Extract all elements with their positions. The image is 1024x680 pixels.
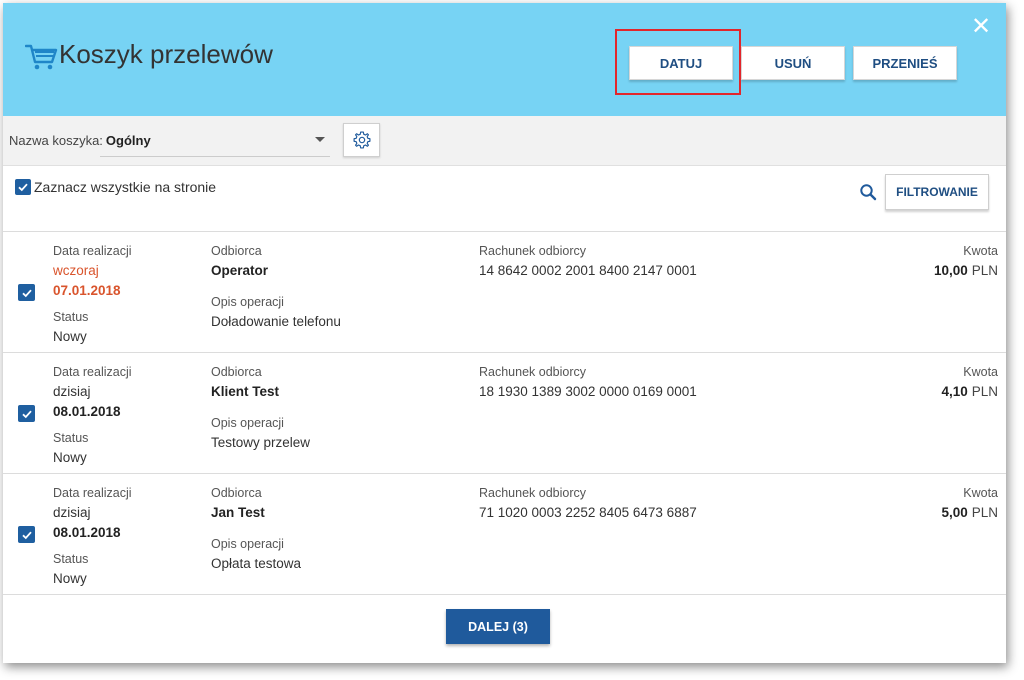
delete-button[interactable]: USUŃ xyxy=(741,46,845,80)
amount: 10,00 PLN xyxy=(934,261,998,281)
status-value: Nowy xyxy=(53,329,87,344)
dialog-header: Koszyk przelewów DATUJ USUŃ PRZENIEŚ ✕ xyxy=(3,3,1006,116)
status-label: Status xyxy=(53,552,89,566)
checkmark-icon xyxy=(18,183,28,192)
description-label: Opis operacji xyxy=(211,295,284,309)
select-underline xyxy=(100,156,330,157)
account-label: Rachunek odbiorcy xyxy=(479,486,587,500)
date-label: Data realizacji xyxy=(53,365,132,379)
amount-label: Kwota xyxy=(963,365,998,379)
description-label: Opis operacji xyxy=(211,537,284,551)
description-label: Opis operacji xyxy=(211,416,284,430)
row-checkbox[interactable] xyxy=(18,405,35,422)
amount-column: Kwota 4,10 PLN xyxy=(941,362,998,402)
status-label: Status xyxy=(53,310,89,324)
date-label: Data realizacji xyxy=(53,244,132,258)
amount-label: Kwota xyxy=(963,486,998,500)
recipient-value: Operator xyxy=(211,263,269,278)
account-label: Rachunek odbiorcy xyxy=(479,244,587,258)
date-column: Data realizacji wczoraj 07.01.2018 Statu… xyxy=(53,241,132,347)
filter-button[interactable]: FILTROWANIE xyxy=(885,174,989,210)
next-button[interactable]: DALEJ (3) xyxy=(446,609,550,644)
currency: PLN xyxy=(971,384,998,399)
move-button[interactable]: PRZENIEŚ xyxy=(853,46,957,80)
table-row: Data realizacji dzisiaj 08.01.2018 Statu… xyxy=(3,474,1006,595)
amount: 5,00 PLN xyxy=(941,503,998,523)
checkmark-icon xyxy=(21,289,32,297)
description-value: Opłata testowa xyxy=(211,556,302,571)
account-column: Rachunek odbiorcy 71 1020 0003 2252 8405… xyxy=(479,483,697,523)
amount: 4,10 PLN xyxy=(941,382,998,402)
gear-icon xyxy=(353,131,370,149)
select-all-toggle[interactable]: Zaznacz wszystkie na stronie xyxy=(15,179,216,195)
recipient-column: Odbiorca Jan Test Opis operacji Opłata t… xyxy=(211,483,301,574)
search-icon[interactable] xyxy=(859,183,877,201)
status-value: Nowy xyxy=(53,571,87,586)
recipient-label: Odbiorca xyxy=(211,365,262,379)
description-value: Testowy przelew xyxy=(211,435,311,450)
basket-name-label: Nazwa koszyka: xyxy=(9,133,103,148)
amount-value: 5,00 xyxy=(941,505,968,520)
row-checkbox[interactable] xyxy=(18,284,35,301)
currency: PLN xyxy=(971,505,998,520)
select-all-checkbox[interactable] xyxy=(15,179,31,195)
datuj-button[interactable]: DATUJ xyxy=(629,46,733,80)
account-value: 71 1020 0003 2252 8405 6473 6887 xyxy=(479,505,697,520)
date-relative: wczoraj xyxy=(53,263,99,278)
date-column: Data realizacji dzisiaj 08.01.2018 Statu… xyxy=(53,362,132,468)
basket-name-value: Ogólny xyxy=(105,133,151,148)
select-all-label: Zaznacz wszystkie na stronie xyxy=(34,179,217,195)
date-relative: dzisiaj xyxy=(53,384,91,399)
account-value: 18 1930 1389 3002 0000 0169 0001 xyxy=(479,384,697,399)
basket-name-select[interactable]: Nazwa koszyka: Ogólny xyxy=(9,133,151,148)
close-icon[interactable]: ✕ xyxy=(971,15,991,39)
recipient-column: Odbiorca Operator Opis operacji Doładowa… xyxy=(211,241,341,332)
amount-column: Kwota 5,00 PLN xyxy=(941,483,998,523)
date-value: 08.01.2018 xyxy=(53,525,121,540)
date-column: Data realizacji dzisiaj 08.01.2018 Statu… xyxy=(53,483,132,589)
cart-icon xyxy=(25,44,58,70)
status-value: Nowy xyxy=(53,450,87,465)
amount-label: Kwota xyxy=(963,244,998,258)
page-title: Koszyk przelewów xyxy=(59,39,273,69)
currency: PLN xyxy=(971,263,998,278)
date-value: 08.01.2018 xyxy=(53,404,121,419)
amount-value: 10,00 xyxy=(933,263,968,278)
date-value: 07.01.2018 xyxy=(53,283,121,298)
basket-settings-button[interactable] xyxy=(343,123,380,157)
recipient-value: Jan Test xyxy=(211,505,265,520)
recipient-label: Odbiorca xyxy=(211,486,262,500)
description-value: Doładowanie telefonu xyxy=(211,314,341,329)
account-value: 14 8642 0002 2001 8400 2147 0001 xyxy=(479,263,697,278)
checkmark-icon xyxy=(21,410,32,418)
account-column: Rachunek odbiorcy 14 8642 0002 2001 8400… xyxy=(479,241,697,281)
recipient-column: Odbiorca Klient Test Opis operacji Testo… xyxy=(211,362,310,453)
recipient-label: Odbiorca xyxy=(211,244,262,258)
account-column: Rachunek odbiorcy 18 1930 1389 3002 0000… xyxy=(479,362,697,402)
basket-selector-bar: Nazwa koszyka: Ogólny xyxy=(3,116,1006,166)
checkmark-icon xyxy=(21,531,32,539)
chevron-down-icon[interactable] xyxy=(315,137,325,142)
status-label: Status xyxy=(53,431,89,445)
amount-value: 4,10 xyxy=(941,384,968,399)
date-relative: dzisiaj xyxy=(53,505,91,520)
amount-column: Kwota 10,00 PLN xyxy=(934,241,998,281)
transfer-basket-dialog: Koszyk przelewów DATUJ USUŃ PRZENIEŚ ✕ N… xyxy=(3,3,1006,663)
recipient-value: Klient Test xyxy=(211,384,280,399)
account-label: Rachunek odbiorcy xyxy=(479,365,587,379)
date-label: Data realizacji xyxy=(53,486,132,500)
table-row: Data realizacji dzisiaj 08.01.2018 Statu… xyxy=(3,353,1006,474)
table-row: Data realizacji wczoraj 07.01.2018 Statu… xyxy=(3,232,1006,353)
row-checkbox[interactable] xyxy=(18,526,35,543)
transfer-list: Data realizacji wczoraj 07.01.2018 Statu… xyxy=(3,231,1006,595)
